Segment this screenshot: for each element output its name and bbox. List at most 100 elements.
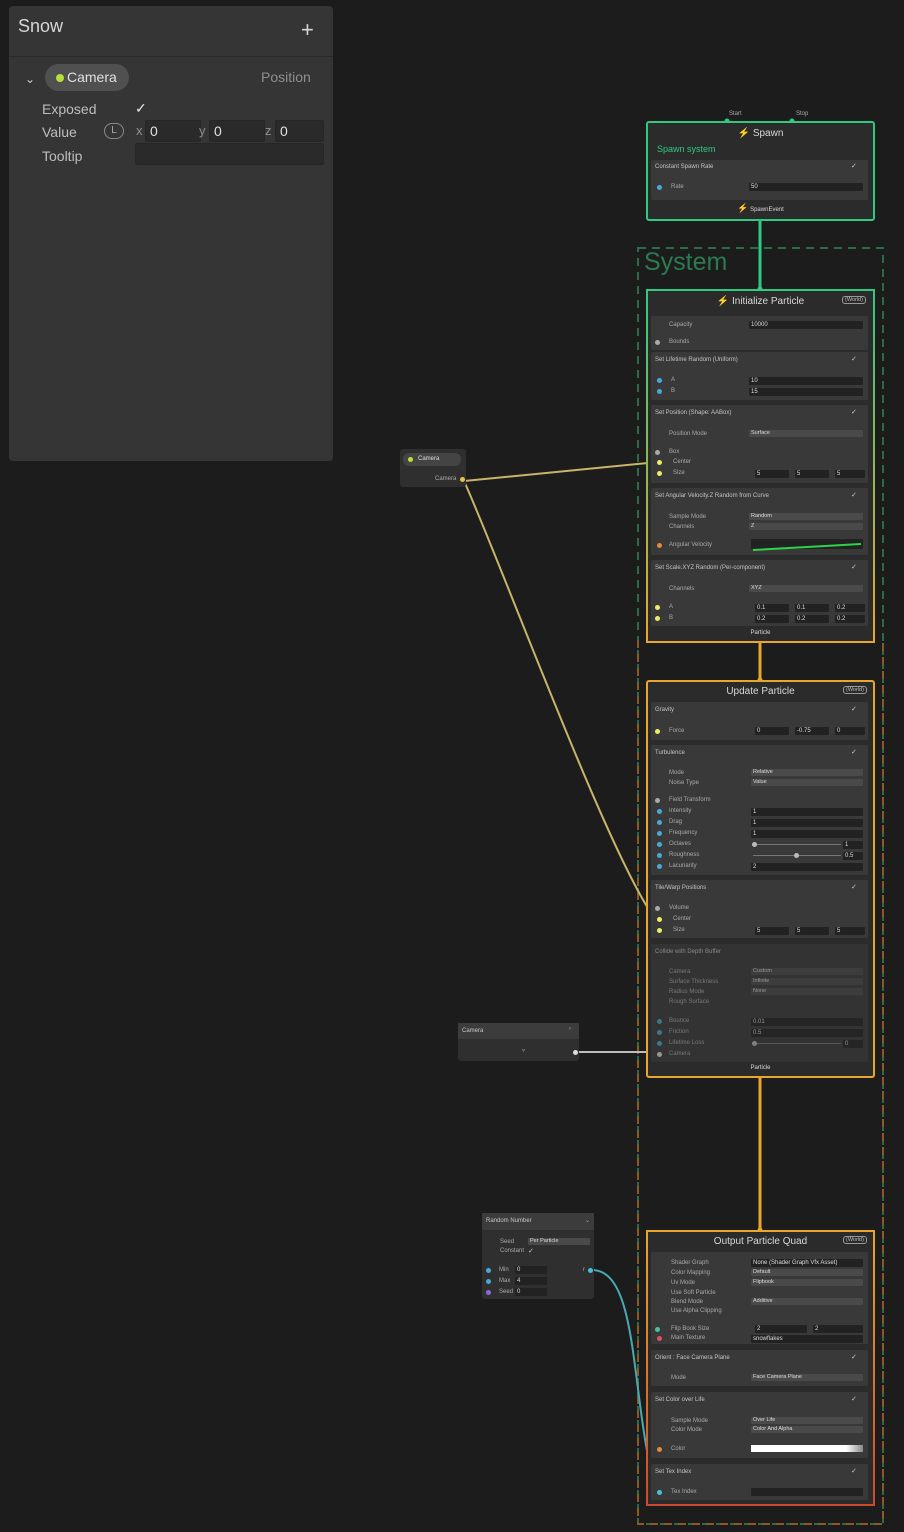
- scale-a-y-field[interactable]: 0.1: [795, 604, 829, 612]
- exposed-checkbox[interactable]: ✓: [135, 100, 147, 117]
- orient-block[interactable]: Orient : Face Camera Plane ✓ Mode Face C…: [651, 1350, 868, 1386]
- scale-b-port[interactable]: [655, 616, 660, 621]
- initialize-context[interactable]: ⚡ Initialize Particle (World) Capacity 1…: [646, 289, 875, 643]
- color-gradient-field[interactable]: [751, 1445, 863, 1452]
- scale-channels-dropdown[interactable]: XYZ: [749, 585, 863, 592]
- intensity-port[interactable]: [657, 809, 662, 814]
- max-field[interactable]: 4: [515, 1277, 547, 1285]
- camera-parameter-pill[interactable]: Camera: [403, 453, 461, 466]
- octaves-slider-handle[interactable]: [752, 842, 757, 847]
- force-z-field[interactable]: 0: [835, 727, 865, 735]
- lacunarity-field[interactable]: 2: [751, 863, 863, 871]
- friction-field[interactable]: 0.5: [751, 1029, 863, 1037]
- space-badge[interactable]: (World): [842, 296, 866, 304]
- surface-thickness-dropdown[interactable]: Infinite: [751, 978, 863, 985]
- scale-b-y-field[interactable]: 0.2: [795, 615, 829, 623]
- camera-parameter-node[interactable]: Camera Camera: [400, 449, 466, 487]
- bounce-port[interactable]: [657, 1019, 662, 1024]
- lifetime-b-field[interactable]: 15: [749, 388, 863, 396]
- blend-mode-dropdown[interactable]: Additive: [751, 1298, 863, 1305]
- property-pill-camera[interactable]: Camera: [45, 64, 129, 91]
- position-mode-dropdown[interactable]: Surface: [749, 430, 863, 437]
- space-badge[interactable]: (World): [843, 1236, 867, 1244]
- orient-mode-dropdown[interactable]: Face Camera Plane: [751, 1374, 863, 1381]
- spawn-system-name[interactable]: Spawn system: [657, 144, 716, 154]
- random-out-port[interactable]: [588, 1268, 593, 1273]
- lifetime-loss-field[interactable]: 0: [843, 1040, 863, 1048]
- force-x-field[interactable]: 0: [755, 727, 789, 735]
- rate-port[interactable]: [657, 185, 662, 190]
- main-texture-field[interactable]: snowflakes: [751, 1335, 863, 1343]
- turbulence-block[interactable]: Turbulence ✓ Mode Relative Noise Type Va…: [651, 745, 868, 875]
- tex-index-field[interactable]: [751, 1488, 863, 1496]
- color-mapping-dropdown[interactable]: Default: [751, 1269, 863, 1276]
- set-lifetime-block[interactable]: Set Lifetime Random (Uniform) ✓ A 10 B 1…: [651, 352, 868, 400]
- sample-mode-dropdown[interactable]: Random: [749, 513, 863, 520]
- color-mode-dropdown[interactable]: Color And Alpha: [751, 1426, 863, 1433]
- spawn-context[interactable]: ⚡ Spawn Spawn system Constant Spawn Rate…: [646, 121, 875, 221]
- color-sample-mode-dropdown[interactable]: Over Life: [751, 1417, 863, 1424]
- shader-graph-field[interactable]: None (Shader Graph Vfx Asset): [751, 1259, 863, 1267]
- block-enable-checkbox[interactable]: ✓: [851, 705, 857, 713]
- value-z-field[interactable]: 0: [275, 120, 324, 142]
- size-y-field[interactable]: 5: [795, 470, 829, 478]
- roughness-port[interactable]: [657, 853, 662, 858]
- radius-mode-dropdown[interactable]: None: [751, 988, 863, 995]
- flipbook-size-port[interactable]: [655, 1327, 660, 1332]
- roughness-field[interactable]: 0.5: [843, 852, 863, 860]
- noise-type-dropdown[interactable]: Value: [751, 779, 863, 786]
- space-badge[interactable]: (World): [843, 686, 867, 694]
- update-context[interactable]: Update Particle (World) Gravity ✓ Force …: [646, 680, 875, 1078]
- camera-operator-out-port[interactable]: [573, 1050, 578, 1055]
- block-enable-checkbox[interactable]: ✓: [851, 1467, 857, 1475]
- color-over-life-block[interactable]: Set Color over Life ✓ Sample Mode Over L…: [651, 1392, 868, 1458]
- block-enable-checkbox[interactable]: ✓: [851, 563, 857, 571]
- force-y-field[interactable]: -0.75: [795, 727, 829, 735]
- scale-a-port[interactable]: [655, 605, 660, 610]
- tex-index-block[interactable]: Set Tex Index ✓ Tex Index: [651, 1464, 868, 1500]
- lifetime-a-port[interactable]: [657, 378, 662, 383]
- value-y-field[interactable]: 0: [209, 120, 265, 142]
- frequency-port[interactable]: [657, 831, 662, 836]
- constant-spawn-rate-block[interactable]: Constant Spawn Rate ✓ Rate 50: [651, 160, 868, 200]
- drag-port[interactable]: [657, 820, 662, 825]
- flipbook-y-field[interactable]: 2: [813, 1325, 863, 1333]
- block-enable-checkbox[interactable]: ✓: [851, 1353, 857, 1361]
- lifetime-a-field[interactable]: 10: [749, 377, 863, 385]
- camera-parameter-out-port[interactable]: [460, 477, 465, 482]
- chevron-icon[interactable]: ›: [569, 1026, 571, 1032]
- friction-port[interactable]: [657, 1030, 662, 1035]
- seed-in-field[interactable]: 0: [515, 1288, 547, 1296]
- set-position-block[interactable]: Set Position (Shape: AABox) ✓ Position M…: [651, 405, 868, 483]
- max-port[interactable]: [486, 1279, 491, 1284]
- tile-warp-block[interactable]: Tile/Warp Positions ✓ Volume Center Size…: [651, 880, 868, 938]
- tex-index-port[interactable]: [657, 1490, 662, 1495]
- lifetime-loss-slider[interactable]: [753, 1043, 841, 1044]
- color-port[interactable]: [657, 1447, 662, 1452]
- block-enable-checkbox[interactable]: ✓: [851, 162, 857, 170]
- channels-dropdown[interactable]: Z: [749, 523, 863, 530]
- scale-b-z-field[interactable]: 0.2: [835, 615, 865, 623]
- system-label[interactable]: System: [644, 248, 727, 277]
- seed-port[interactable]: [486, 1290, 491, 1295]
- add-property-button[interactable]: +: [301, 19, 314, 41]
- tile-center-port[interactable]: [657, 917, 662, 922]
- capacity-field[interactable]: 10000: [749, 321, 863, 329]
- expand-icon[interactable]: ▿: [522, 1047, 525, 1054]
- camera-operator-node[interactable]: Camera › ▿: [458, 1023, 579, 1061]
- space-toggle[interactable]: L: [104, 123, 124, 139]
- tile-size-x-field[interactable]: 5: [755, 927, 789, 935]
- force-port[interactable]: [655, 729, 660, 734]
- scale-b-x-field[interactable]: 0.2: [755, 615, 789, 623]
- constant-checkbox[interactable]: ✓: [528, 1247, 534, 1255]
- collide-camera-port[interactable]: [657, 1052, 662, 1057]
- block-enable-checkbox[interactable]: ✓: [851, 748, 857, 756]
- mode-dropdown[interactable]: Relative: [751, 769, 863, 776]
- angular-velocity-port[interactable]: [657, 543, 662, 548]
- bounds-port[interactable]: [655, 340, 660, 345]
- set-angular-velocity-block[interactable]: Set Angular Velocity.Z Random from Curve…: [651, 488, 868, 555]
- min-field[interactable]: 0: [515, 1266, 547, 1274]
- scale-a-z-field[interactable]: 0.2: [835, 604, 865, 612]
- box-port[interactable]: [655, 450, 660, 455]
- block-enable-checkbox[interactable]: ✓: [851, 1395, 857, 1403]
